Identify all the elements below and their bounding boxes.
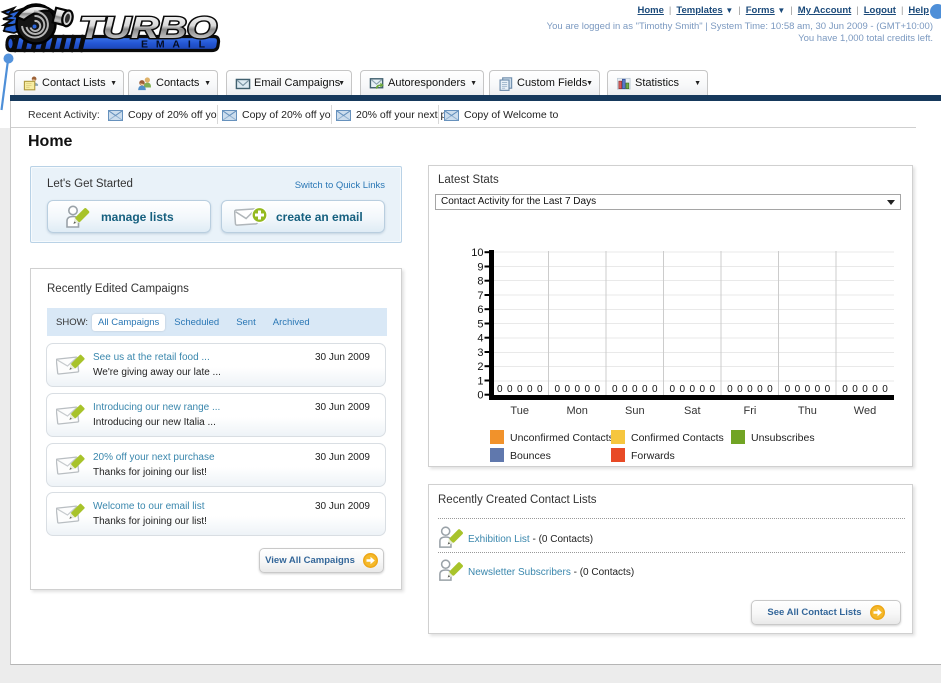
svg-text:0: 0	[652, 384, 658, 395]
svg-text:0: 0	[612, 384, 618, 395]
svg-text:4: 4	[477, 333, 483, 345]
svg-text:0: 0	[862, 384, 868, 395]
svg-text:0: 0	[595, 384, 601, 395]
svg-text:Wed: Wed	[854, 405, 876, 417]
svg-text:Bounces: Bounces	[510, 450, 551, 462]
svg-text:0: 0	[622, 384, 628, 395]
svg-text:Forwards: Forwards	[631, 450, 675, 462]
svg-text:0: 0	[517, 384, 523, 395]
svg-text:0: 0	[537, 384, 543, 395]
svg-text:Thu: Thu	[798, 405, 817, 417]
svg-text:Sun: Sun	[625, 405, 645, 417]
svg-text:10: 10	[471, 247, 483, 259]
svg-text:0: 0	[632, 384, 638, 395]
svg-text:Tue: Tue	[510, 405, 529, 417]
svg-text:0: 0	[785, 384, 791, 395]
svg-text:0: 0	[815, 384, 821, 395]
svg-text:0: 0	[795, 384, 801, 395]
svg-text:Unconfirmed Contacts: Unconfirmed Contacts	[510, 432, 614, 444]
svg-text:6: 6	[477, 304, 483, 316]
svg-text:7: 7	[477, 290, 483, 302]
svg-text:0: 0	[805, 384, 811, 395]
svg-text:0: 0	[842, 384, 848, 395]
svg-text:8: 8	[477, 276, 483, 288]
svg-text:TURBO: TURBO	[79, 10, 217, 45]
svg-text:0: 0	[737, 384, 743, 395]
svg-text:0: 0	[527, 384, 533, 395]
svg-text:0: 0	[497, 384, 503, 395]
svg-text:1: 1	[477, 375, 483, 387]
svg-text:9: 9	[477, 261, 483, 273]
svg-text:Unsubscribes: Unsubscribes	[751, 432, 815, 444]
svg-text:5: 5	[477, 318, 483, 330]
svg-text:0: 0	[507, 384, 513, 395]
svg-text:0: 0	[642, 384, 648, 395]
svg-text:0: 0	[585, 384, 591, 395]
svg-text:0: 0	[872, 384, 878, 395]
svg-text:0: 0	[727, 384, 733, 395]
svg-text:0: 0	[882, 384, 888, 395]
svg-text:0: 0	[690, 384, 696, 395]
svg-text:0: 0	[670, 384, 676, 395]
svg-text:0: 0	[555, 384, 561, 395]
svg-text:0: 0	[565, 384, 571, 395]
svg-text:0: 0	[700, 384, 706, 395]
svg-text:0: 0	[575, 384, 581, 395]
svg-text:0: 0	[757, 384, 763, 395]
svg-text:0: 0	[825, 384, 831, 395]
svg-text:0: 0	[852, 384, 858, 395]
svg-text:Confirmed Contacts: Confirmed Contacts	[631, 432, 724, 444]
svg-text:Sat: Sat	[684, 405, 701, 417]
svg-text:Mon: Mon	[566, 405, 587, 417]
svg-text:Fri: Fri	[743, 405, 756, 417]
svg-text:0: 0	[710, 384, 716, 395]
svg-text:0: 0	[477, 390, 483, 402]
svg-text:3: 3	[477, 347, 483, 359]
svg-text:0: 0	[767, 384, 773, 395]
svg-text:2: 2	[477, 361, 483, 373]
svg-text:0: 0	[680, 384, 686, 395]
svg-text:0: 0	[747, 384, 753, 395]
